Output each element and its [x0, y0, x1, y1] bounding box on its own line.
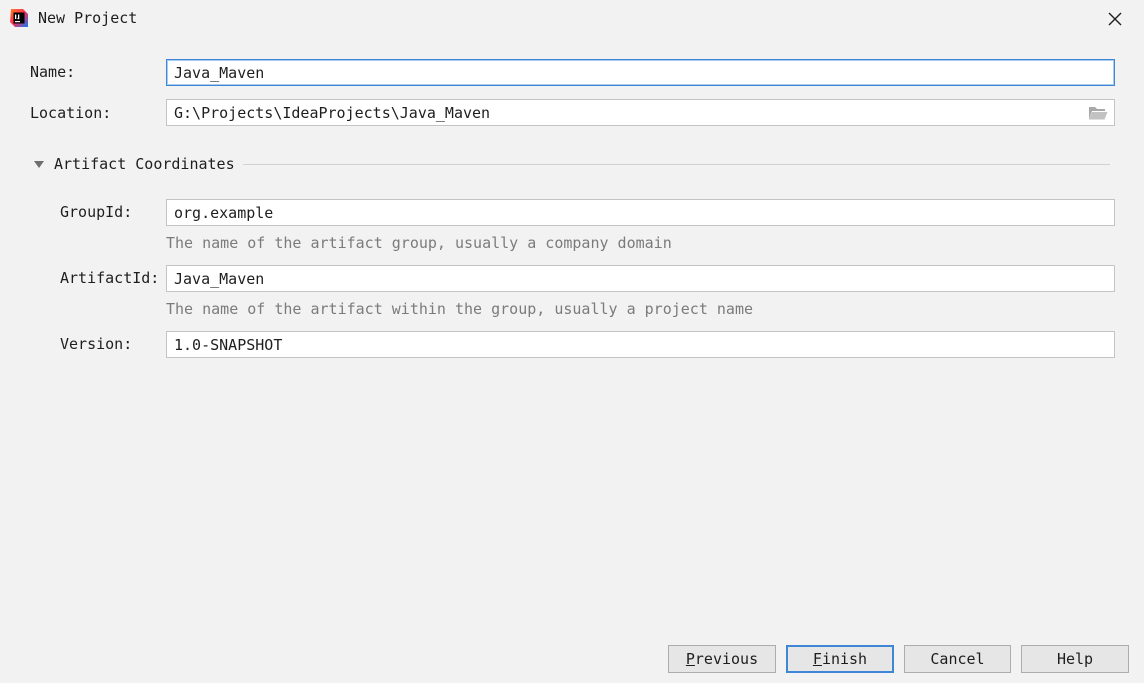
close-button[interactable]	[1102, 6, 1128, 32]
artifactid-field[interactable]: Java_Maven	[166, 265, 1115, 292]
previous-mnemonic: P	[685, 650, 695, 668]
section-title: Artifact Coordinates	[54, 155, 235, 173]
groupid-hint: The name of the artifact group, usually …	[166, 234, 672, 252]
triangle-down-icon	[34, 160, 44, 168]
artifactid-hint: The name of the artifact within the grou…	[166, 300, 753, 318]
previous-label: revious	[694, 650, 759, 668]
section-divider	[242, 163, 1110, 165]
name-value: Java_Maven	[174, 63, 265, 82]
title-bar: New Project	[0, 0, 1144, 38]
artifact-coordinates-toggle[interactable]: Artifact Coordinates	[34, 152, 1114, 176]
help-button[interactable]: Help	[1021, 645, 1129, 673]
name-field[interactable]: Java_Maven	[166, 59, 1115, 86]
version-field[interactable]: 1.0-SNAPSHOT	[166, 331, 1115, 358]
close-icon	[1108, 12, 1122, 26]
cancel-button[interactable]: Cancel	[904, 645, 1011, 673]
finish-label: inish	[821, 650, 868, 668]
location-field[interactable]: G:\Projects\IdeaProjects\Java_Maven	[166, 99, 1115, 126]
cancel-label: Cancel	[930, 650, 985, 668]
artifactid-label: ArtifactId:	[60, 269, 160, 287]
version-label: Version:	[60, 335, 133, 353]
folder-open-icon[interactable]	[1088, 105, 1108, 121]
groupid-value: org.example	[174, 203, 274, 222]
intellij-idea-icon	[10, 9, 28, 27]
finish-button[interactable]: Finish	[786, 645, 894, 673]
name-label: Name:	[30, 63, 76, 81]
groupid-label: GroupId:	[60, 203, 133, 221]
finish-mnemonic: F	[812, 650, 822, 668]
location-value: G:\Projects\IdeaProjects\Java_Maven	[174, 103, 491, 122]
version-value: 1.0-SNAPSHOT	[174, 335, 283, 354]
artifactid-value: Java_Maven	[174, 269, 265, 288]
help-label: Help	[1056, 650, 1094, 668]
groupid-field[interactable]: org.example	[166, 199, 1115, 226]
location-label: Location:	[30, 104, 112, 122]
previous-button[interactable]: Previous	[668, 645, 776, 673]
window-title: New Project	[38, 9, 138, 27]
